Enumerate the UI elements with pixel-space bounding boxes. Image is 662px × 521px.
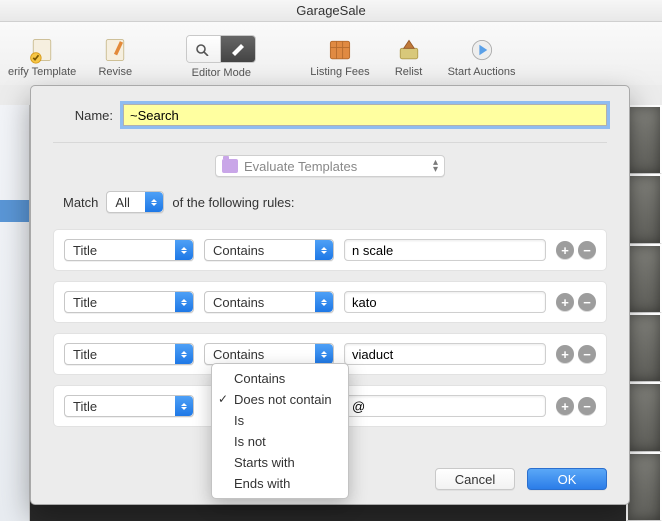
rule-value-input[interactable]	[344, 239, 546, 261]
toolbar-verify-label: erify Template	[8, 66, 76, 78]
thumbnail[interactable]	[626, 105, 662, 174]
thumbnail[interactable]	[626, 313, 662, 382]
toolbar-relist[interactable]: Relist	[384, 30, 434, 78]
rule-value-input[interactable]	[344, 291, 546, 313]
chevron-updown-icon	[315, 292, 333, 312]
evaluate-popup[interactable]: Evaluate Templates ▴▾	[215, 155, 445, 177]
match-prefix: Match	[63, 195, 98, 210]
rule-field-value: Title	[73, 243, 97, 258]
thumbnail[interactable]	[626, 174, 662, 243]
evaluate-label: Evaluate Templates	[244, 159, 427, 174]
rule-operator-value: Contains	[213, 347, 264, 362]
rules-list: Title Contains + − Title Contains	[53, 229, 607, 437]
toolbar-start-auctions-label: Start Auctions	[448, 66, 516, 78]
toolbar-revise[interactable]: Revise	[90, 30, 140, 78]
remove-rule-button[interactable]: −	[578, 241, 596, 259]
rule-field-select[interactable]: Title	[64, 239, 194, 261]
rule-value-input[interactable]	[344, 343, 546, 365]
sidebar	[0, 105, 30, 521]
rule-operator-select[interactable]: Contains	[204, 239, 334, 261]
dropdown-item[interactable]: Does not contain	[212, 389, 348, 410]
toolbar-listing-fees[interactable]: Listing Fees	[302, 30, 377, 78]
name-row: Name:	[53, 104, 607, 126]
smart-folder-sheet: Name: Evaluate Templates ▴▾ Match All of…	[30, 85, 630, 505]
preview-mode-icon[interactable]	[187, 36, 221, 62]
toolbar-start-auctions[interactable]: Start Auctions	[440, 30, 524, 78]
toolbar-revise-label: Revise	[98, 66, 132, 78]
match-mode-value: All	[115, 195, 129, 210]
operator-dropdown-menu: Contains Does not contain Is Is not Star…	[211, 363, 349, 499]
sidebar-selected-item[interactable]	[0, 200, 29, 222]
rule-row: Title Contains + −	[53, 229, 607, 271]
relist-icon	[393, 34, 425, 66]
dropdown-item[interactable]: Ends with	[212, 473, 348, 494]
revise-icon	[99, 34, 131, 66]
start-auctions-icon	[466, 34, 498, 66]
toolbar-editor-mode[interactable]: Editor Mode	[186, 29, 256, 79]
remove-rule-button[interactable]: −	[578, 397, 596, 415]
match-mode-select[interactable]: All	[106, 191, 164, 213]
add-rule-button[interactable]: +	[556, 293, 574, 311]
rule-field-select[interactable]: Title	[64, 395, 194, 417]
add-rule-button[interactable]: +	[556, 345, 574, 363]
chevron-updown-icon	[315, 344, 333, 364]
thumbnail-strip	[626, 105, 662, 521]
cancel-button[interactable]: Cancel	[435, 468, 515, 490]
chevron-updown-icon	[315, 240, 333, 260]
add-rule-button[interactable]: +	[556, 241, 574, 259]
match-suffix: of the following rules:	[172, 195, 294, 210]
chevron-updown-icon	[175, 240, 193, 260]
thumbnail[interactable]	[626, 382, 662, 451]
folder-icon	[222, 159, 238, 173]
toolbar-relist-label: Relist	[395, 66, 423, 78]
verify-icon	[26, 34, 58, 66]
thumbnail[interactable]	[626, 452, 662, 521]
remove-rule-button[interactable]: −	[578, 293, 596, 311]
rule-field-value: Title	[73, 295, 97, 310]
rule-operator-value: Contains	[213, 295, 264, 310]
dropdown-item[interactable]: Contains	[212, 368, 348, 389]
chevron-updown-icon	[175, 292, 193, 312]
ok-button[interactable]: OK	[527, 468, 607, 490]
toolbar-editor-mode-label: Editor Mode	[192, 67, 251, 79]
chevron-updown-icon	[175, 396, 193, 416]
chevron-updown-icon	[175, 344, 193, 364]
rule-row: Title Contains + −	[53, 281, 607, 323]
rule-operator-value: Contains	[213, 243, 264, 258]
edit-mode-icon[interactable]	[221, 36, 255, 62]
listing-fees-icon	[324, 34, 356, 66]
rule-field-value: Title	[73, 399, 97, 414]
divider	[53, 142, 607, 143]
chevron-updown-icon: ▴▾	[433, 159, 438, 173]
match-row: Match All of the following rules:	[53, 191, 607, 213]
remove-rule-button[interactable]: −	[578, 345, 596, 363]
rule-value-input[interactable]	[344, 395, 546, 417]
rule-operator-select[interactable]: Contains	[204, 291, 334, 313]
thumbnail[interactable]	[626, 244, 662, 313]
add-rule-button[interactable]: +	[556, 397, 574, 415]
rule-field-value: Title	[73, 347, 97, 362]
dropdown-item[interactable]: Is not	[212, 431, 348, 452]
dropdown-item[interactable]: Is	[212, 410, 348, 431]
rule-field-select[interactable]: Title	[64, 291, 194, 313]
rule-row: Title Contains + − Contains Does not con…	[53, 333, 607, 375]
window-title: GarageSale	[0, 0, 662, 22]
toolbar: erify Template Revise Editor Mode Listin…	[0, 22, 662, 85]
rule-field-select[interactable]: Title	[64, 343, 194, 365]
rule-operator-select[interactable]: Contains	[204, 343, 334, 365]
toolbar-verify[interactable]: erify Template	[0, 30, 84, 78]
name-input[interactable]	[123, 104, 607, 126]
dropdown-item[interactable]: Starts with	[212, 452, 348, 473]
chevron-updown-icon	[145, 192, 163, 212]
toolbar-listing-fees-label: Listing Fees	[310, 66, 369, 78]
name-label: Name:	[53, 108, 113, 123]
title-text: GarageSale	[296, 3, 365, 18]
